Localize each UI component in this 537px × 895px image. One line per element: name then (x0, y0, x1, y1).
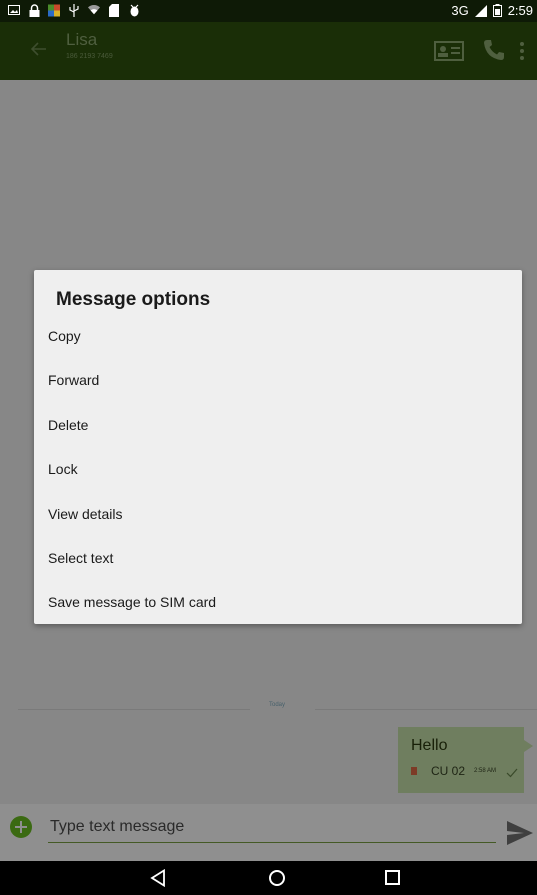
option-save-to-sim[interactable]: Save message to SIM card (34, 580, 522, 624)
divider-line-right (315, 709, 537, 710)
wifi-icon (88, 3, 100, 17)
option-forward[interactable]: Forward (34, 358, 522, 402)
signal-icon (474, 4, 487, 17)
message-bubble[interactable]: Hello CU 02 2:58 AM (398, 727, 524, 793)
option-view-details[interactable]: View details (34, 492, 522, 536)
app-icon (48, 3, 60, 17)
contact-card-icon[interactable] (434, 40, 464, 62)
battery-icon (492, 4, 502, 17)
message-options-dialog: Message options Copy Forward Delete Lock… (34, 270, 522, 624)
divider-line-left (18, 709, 250, 710)
nav-back-icon[interactable] (150, 868, 166, 888)
usb-icon (68, 3, 80, 17)
phone-call-icon[interactable] (482, 38, 506, 62)
conversation-toolbar: Lisa 186 2193 7469 (0, 22, 537, 80)
dialog-options-list: Copy Forward Delete Lock View details Se… (34, 314, 522, 625)
date-divider (18, 709, 537, 711)
status-time: 2:59 (507, 3, 533, 18)
sent-check-icon (506, 765, 518, 778)
dialog-title: Message options (56, 289, 211, 310)
message-carrier: CU 02 (431, 764, 466, 778)
image-icon (8, 3, 20, 17)
status-bar-system: 3G 2:59 (451, 3, 533, 18)
sim-card-icon (411, 767, 417, 775)
option-copy[interactable]: Copy (34, 314, 522, 358)
add-attachment-icon[interactable] (10, 816, 32, 838)
compose-message-input[interactable] (48, 812, 496, 843)
contact-name: Lisa (66, 30, 98, 49)
nav-home-icon[interactable] (269, 870, 285, 886)
option-select-text[interactable]: Select text (34, 536, 522, 580)
status-bar-notifications (8, 3, 140, 17)
date-divider-label: Today (268, 702, 285, 708)
message-time: 2:58 AM (474, 768, 497, 774)
lock-icon (28, 3, 40, 17)
sd-card-icon (108, 3, 120, 17)
more-options-icon[interactable] (519, 41, 525, 61)
status-bar: 3G 2:59 (0, 0, 537, 22)
nav-recents-icon[interactable] (385, 870, 400, 885)
debug-icon (128, 3, 140, 17)
option-delete[interactable]: Delete (34, 403, 522, 447)
option-lock[interactable]: Lock (34, 447, 522, 491)
send-icon[interactable] (506, 820, 534, 846)
message-bubble-tail (524, 740, 533, 752)
network-type-label: 3G (451, 3, 469, 18)
message-text: Hello (411, 737, 448, 754)
contact-number: 186 2193 7469 (66, 53, 113, 60)
compose-bar (0, 804, 537, 861)
navigation-bar (0, 861, 537, 895)
back-arrow-icon[interactable] (28, 38, 50, 60)
